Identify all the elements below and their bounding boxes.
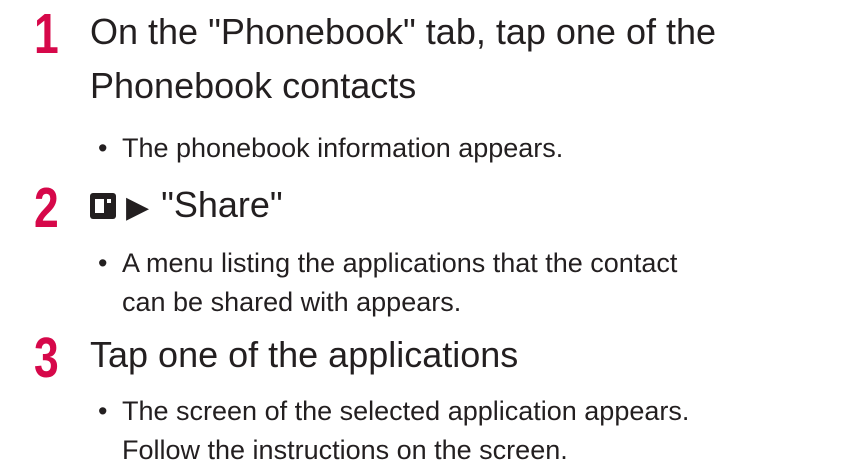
bullet-marker: • xyxy=(98,396,108,426)
step-note-line: The phonebook information appears. xyxy=(122,133,564,163)
step-title: ▶ "Share" xyxy=(90,181,283,232)
step-note-line: Follow the instructions on the screen. xyxy=(122,435,568,465)
step-number: 1 xyxy=(34,2,59,66)
menu-key-icon xyxy=(90,183,116,219)
arrow-right-icon: ▶ xyxy=(126,191,150,224)
step-title: Tap one of the applications xyxy=(90,334,519,375)
step-title-text: "Share" xyxy=(161,184,283,225)
bullet-marker: • xyxy=(98,248,108,278)
step-note-line: A menu listing the applications that the… xyxy=(122,248,678,278)
step-number: 3 xyxy=(34,326,59,390)
bullet-marker: • xyxy=(98,133,108,163)
step-title-line: Phonebook contacts xyxy=(90,65,417,106)
step-number: 2 xyxy=(34,176,59,240)
step-title-line: On the "Phonebook" tab, tap one of the xyxy=(90,11,717,52)
step-note-line: The screen of the selected application a… xyxy=(122,396,690,426)
step-note-line: can be shared with appears. xyxy=(122,287,462,317)
